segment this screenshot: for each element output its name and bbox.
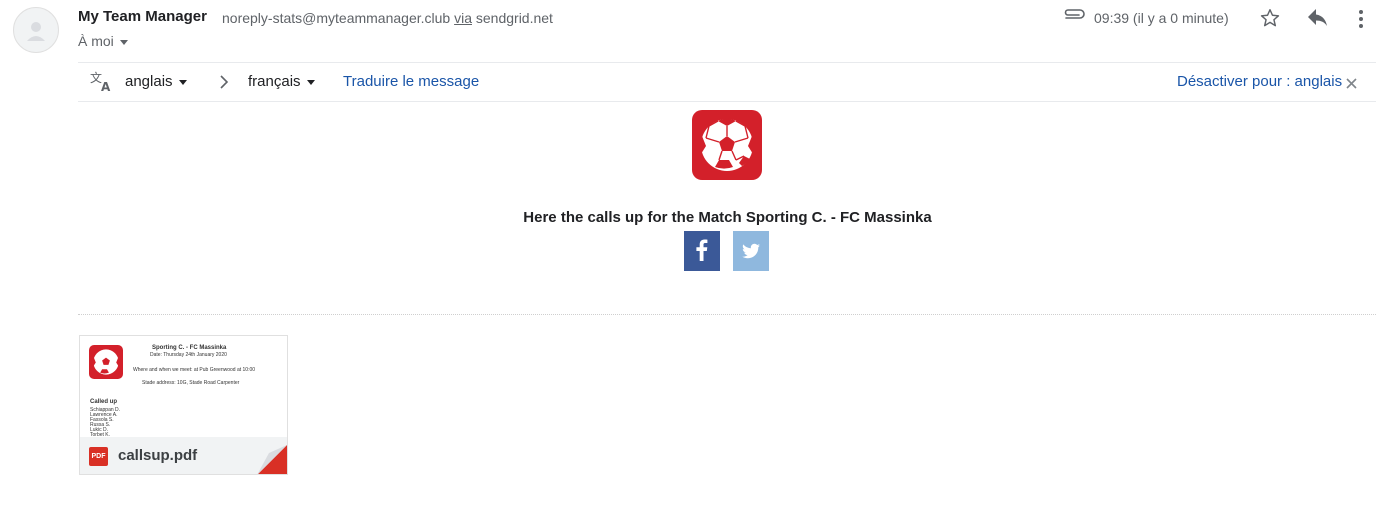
soccer-ball-icon [699, 118, 755, 171]
caret-down-icon [119, 39, 128, 45]
attachment-card-callsup-pdf[interactable]: Sporting C. - FC Massinka Date: Thursday… [79, 335, 288, 475]
preview-date: Date: Thursday 24th January 2020 [150, 352, 227, 358]
disable-translation-link[interactable]: Désactiver pour : anglais [1177, 73, 1342, 90]
caret-down-icon [306, 79, 315, 85]
attachment-filename: callsup.pdf [118, 447, 198, 464]
recipient-label: À moi [78, 33, 114, 49]
sender-email: noreply-stats@myteammanager.club [222, 10, 451, 26]
preview-meet-line: Where and when we meet: at Pub Greenwood… [133, 367, 256, 373]
target-language-label: français [248, 73, 301, 90]
target-language-select[interactable]: français [248, 73, 315, 90]
twitter-share-button[interactable] [733, 231, 769, 271]
facebook-share-button[interactable] [684, 231, 720, 271]
source-language-select[interactable]: anglais [125, 73, 187, 90]
preview-team-logo [89, 345, 123, 379]
reply-icon[interactable] [1306, 7, 1330, 34]
translate-icon: 文 A [90, 70, 114, 97]
preview-called-up-label: Called up [90, 399, 118, 405]
caret-down-icon [178, 79, 187, 85]
preview-stadium-line: Stade address: 10G, Stade Road Carpenter [142, 380, 240, 386]
preview-title: Sporting C. - FC Massinka [152, 345, 227, 351]
via-domain: sendgrid.net [475, 10, 553, 26]
star-icon[interactable] [1259, 7, 1281, 34]
chevron-right-icon [219, 75, 229, 94]
more-options-icon[interactable] [1358, 8, 1364, 35]
sender-avatar[interactable] [13, 7, 59, 53]
header-divider [78, 62, 1376, 63]
email-timestamp: 09:39 (il y a 0 minute) [1094, 10, 1229, 26]
sender-details: noreply-stats@myteammanager.club via sen… [222, 10, 553, 26]
team-logo [692, 110, 762, 180]
recipient-dropdown[interactable]: À moi [78, 33, 128, 49]
page-fold-corner-icon [257, 445, 287, 474]
email-headline: Here the calls up for the Match Sporting… [523, 209, 932, 226]
person-icon [27, 22, 45, 41]
pdf-file-icon: PDF [89, 447, 108, 466]
facebook-icon [696, 239, 708, 261]
sender-name[interactable]: My Team Manager [78, 8, 207, 25]
svg-text:A: A [101, 80, 111, 92]
close-icon[interactable] [1346, 76, 1357, 94]
translate-bar-divider [78, 101, 1376, 102]
twitter-icon [742, 243, 761, 259]
translate-message-link[interactable]: Traduire le message [343, 73, 479, 90]
attachment-clip-icon [1063, 9, 1087, 30]
attachment-footer: PDF callsup.pdf [80, 437, 287, 474]
source-language-label: anglais [125, 73, 173, 90]
via-label[interactable]: via [454, 10, 472, 26]
attachments-divider [78, 314, 1376, 315]
